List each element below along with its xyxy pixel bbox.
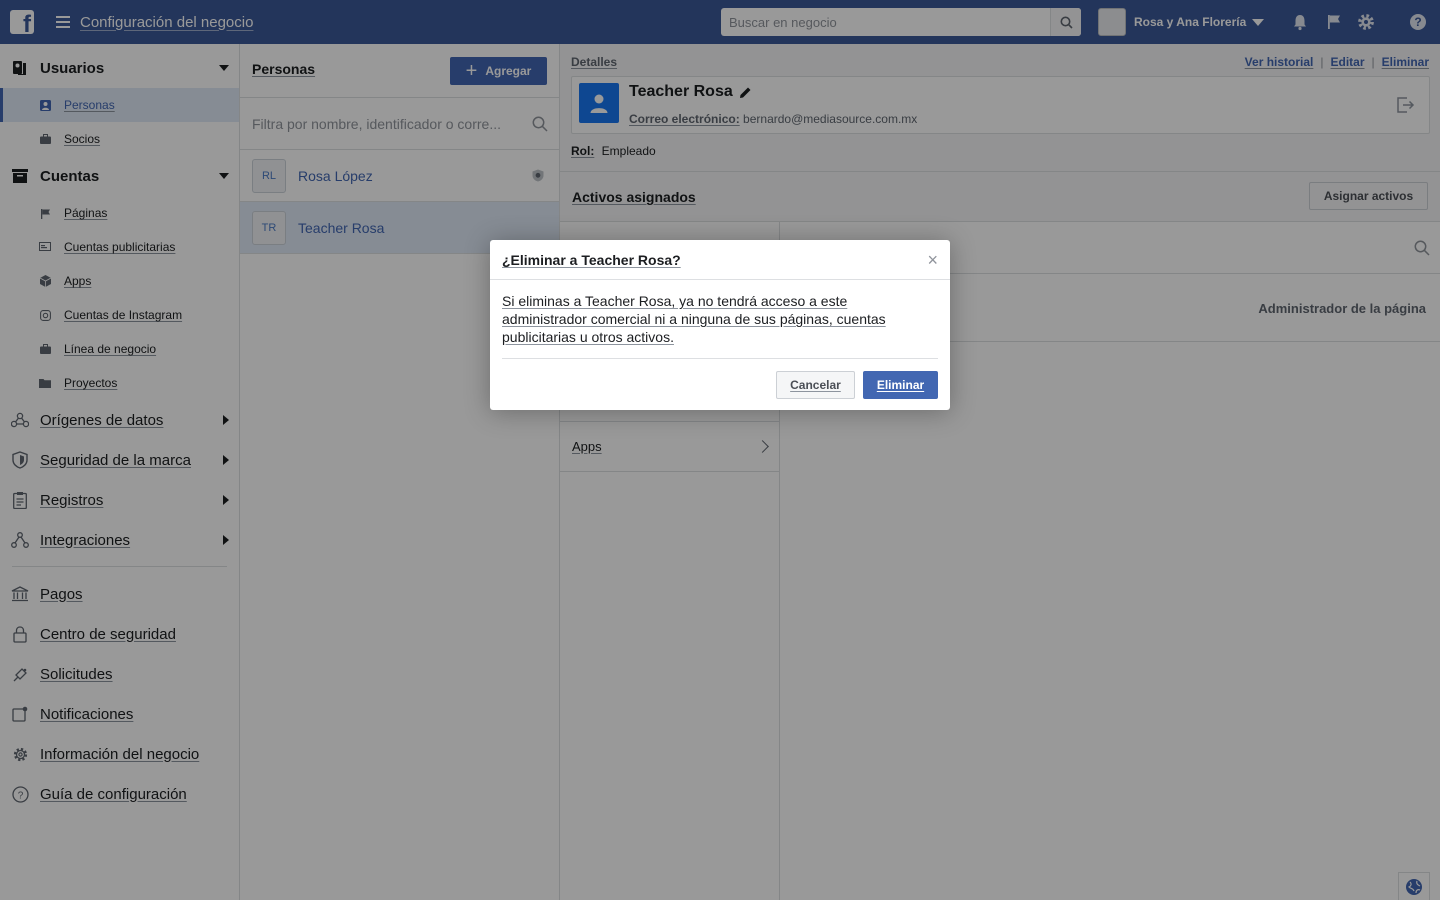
dialog-message: Si eliminas a Teacher Rosa, ya no tendrá… bbox=[502, 293, 886, 345]
close-icon[interactable]: × bbox=[927, 250, 938, 270]
cancel-button[interactable]: Cancelar bbox=[776, 371, 855, 399]
modal-overlay[interactable] bbox=[0, 0, 1440, 900]
confirm-delete-button[interactable]: Eliminar bbox=[863, 371, 938, 399]
delete-confirmation-dialog: ¿Eliminar a Teacher Rosa? × Si eliminas … bbox=[490, 240, 950, 410]
dialog-divider bbox=[502, 358, 938, 359]
dialog-title: ¿Eliminar a Teacher Rosa? bbox=[502, 252, 681, 268]
dialog-header: ¿Eliminar a Teacher Rosa? × bbox=[490, 240, 950, 280]
